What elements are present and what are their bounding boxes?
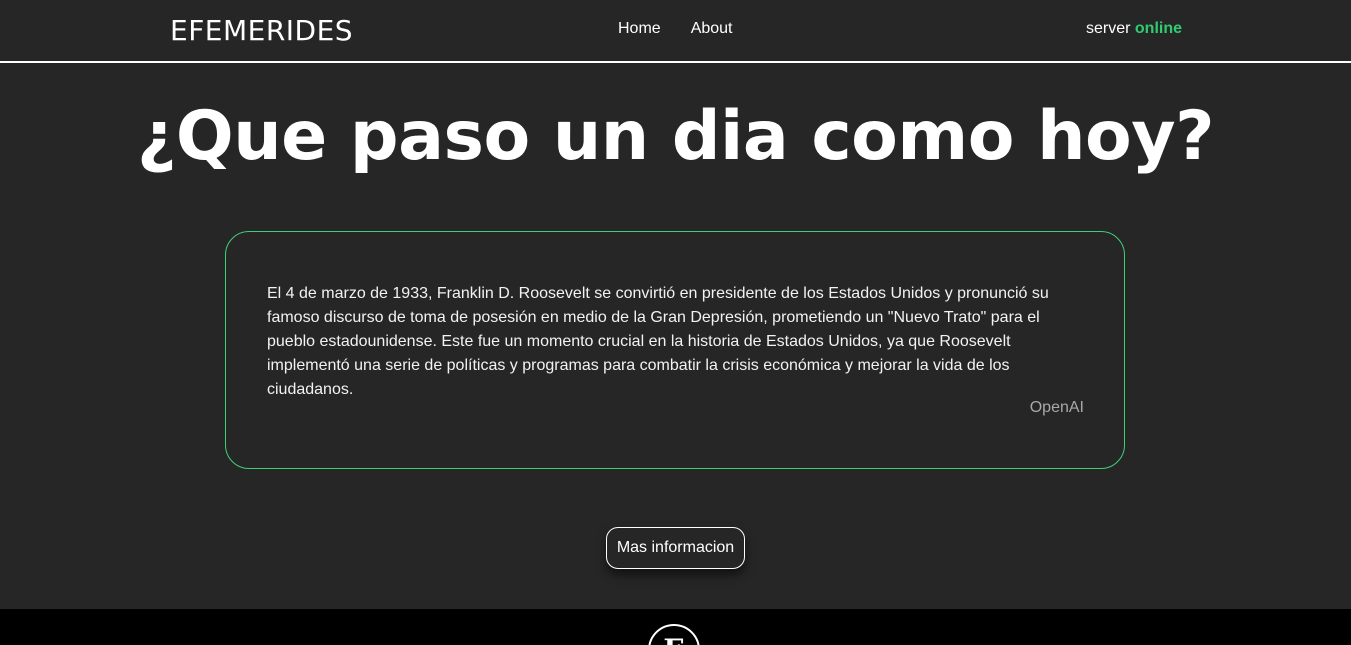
navbar: EFEMERIDES Home About server online	[0, 0, 1351, 63]
more-info-button[interactable]: Mas informacion	[606, 527, 745, 569]
nav-link-about[interactable]: About	[691, 20, 733, 38]
footer: E	[0, 609, 1351, 645]
nav-links: Home About	[618, 20, 733, 38]
event-text: El 4 de marzo de 1933, Franklin D. Roose…	[267, 285, 1049, 398]
server-status-badge: online	[1134, 20, 1182, 37]
page-title: ¿Que paso un dia como hoy?	[136, 97, 1215, 176]
server-label: server	[1085, 20, 1131, 37]
event-card: El 4 de marzo de 1933, Franklin D. Roose…	[225, 231, 1125, 469]
server-status: server online	[1086, 20, 1182, 38]
event-source: OpenAI	[1029, 399, 1084, 416]
footer-logo-icon: E	[648, 624, 700, 645]
nav-link-home[interactable]: Home	[618, 20, 661, 38]
brand-logo[interactable]: EFEMERIDES	[170, 14, 353, 47]
